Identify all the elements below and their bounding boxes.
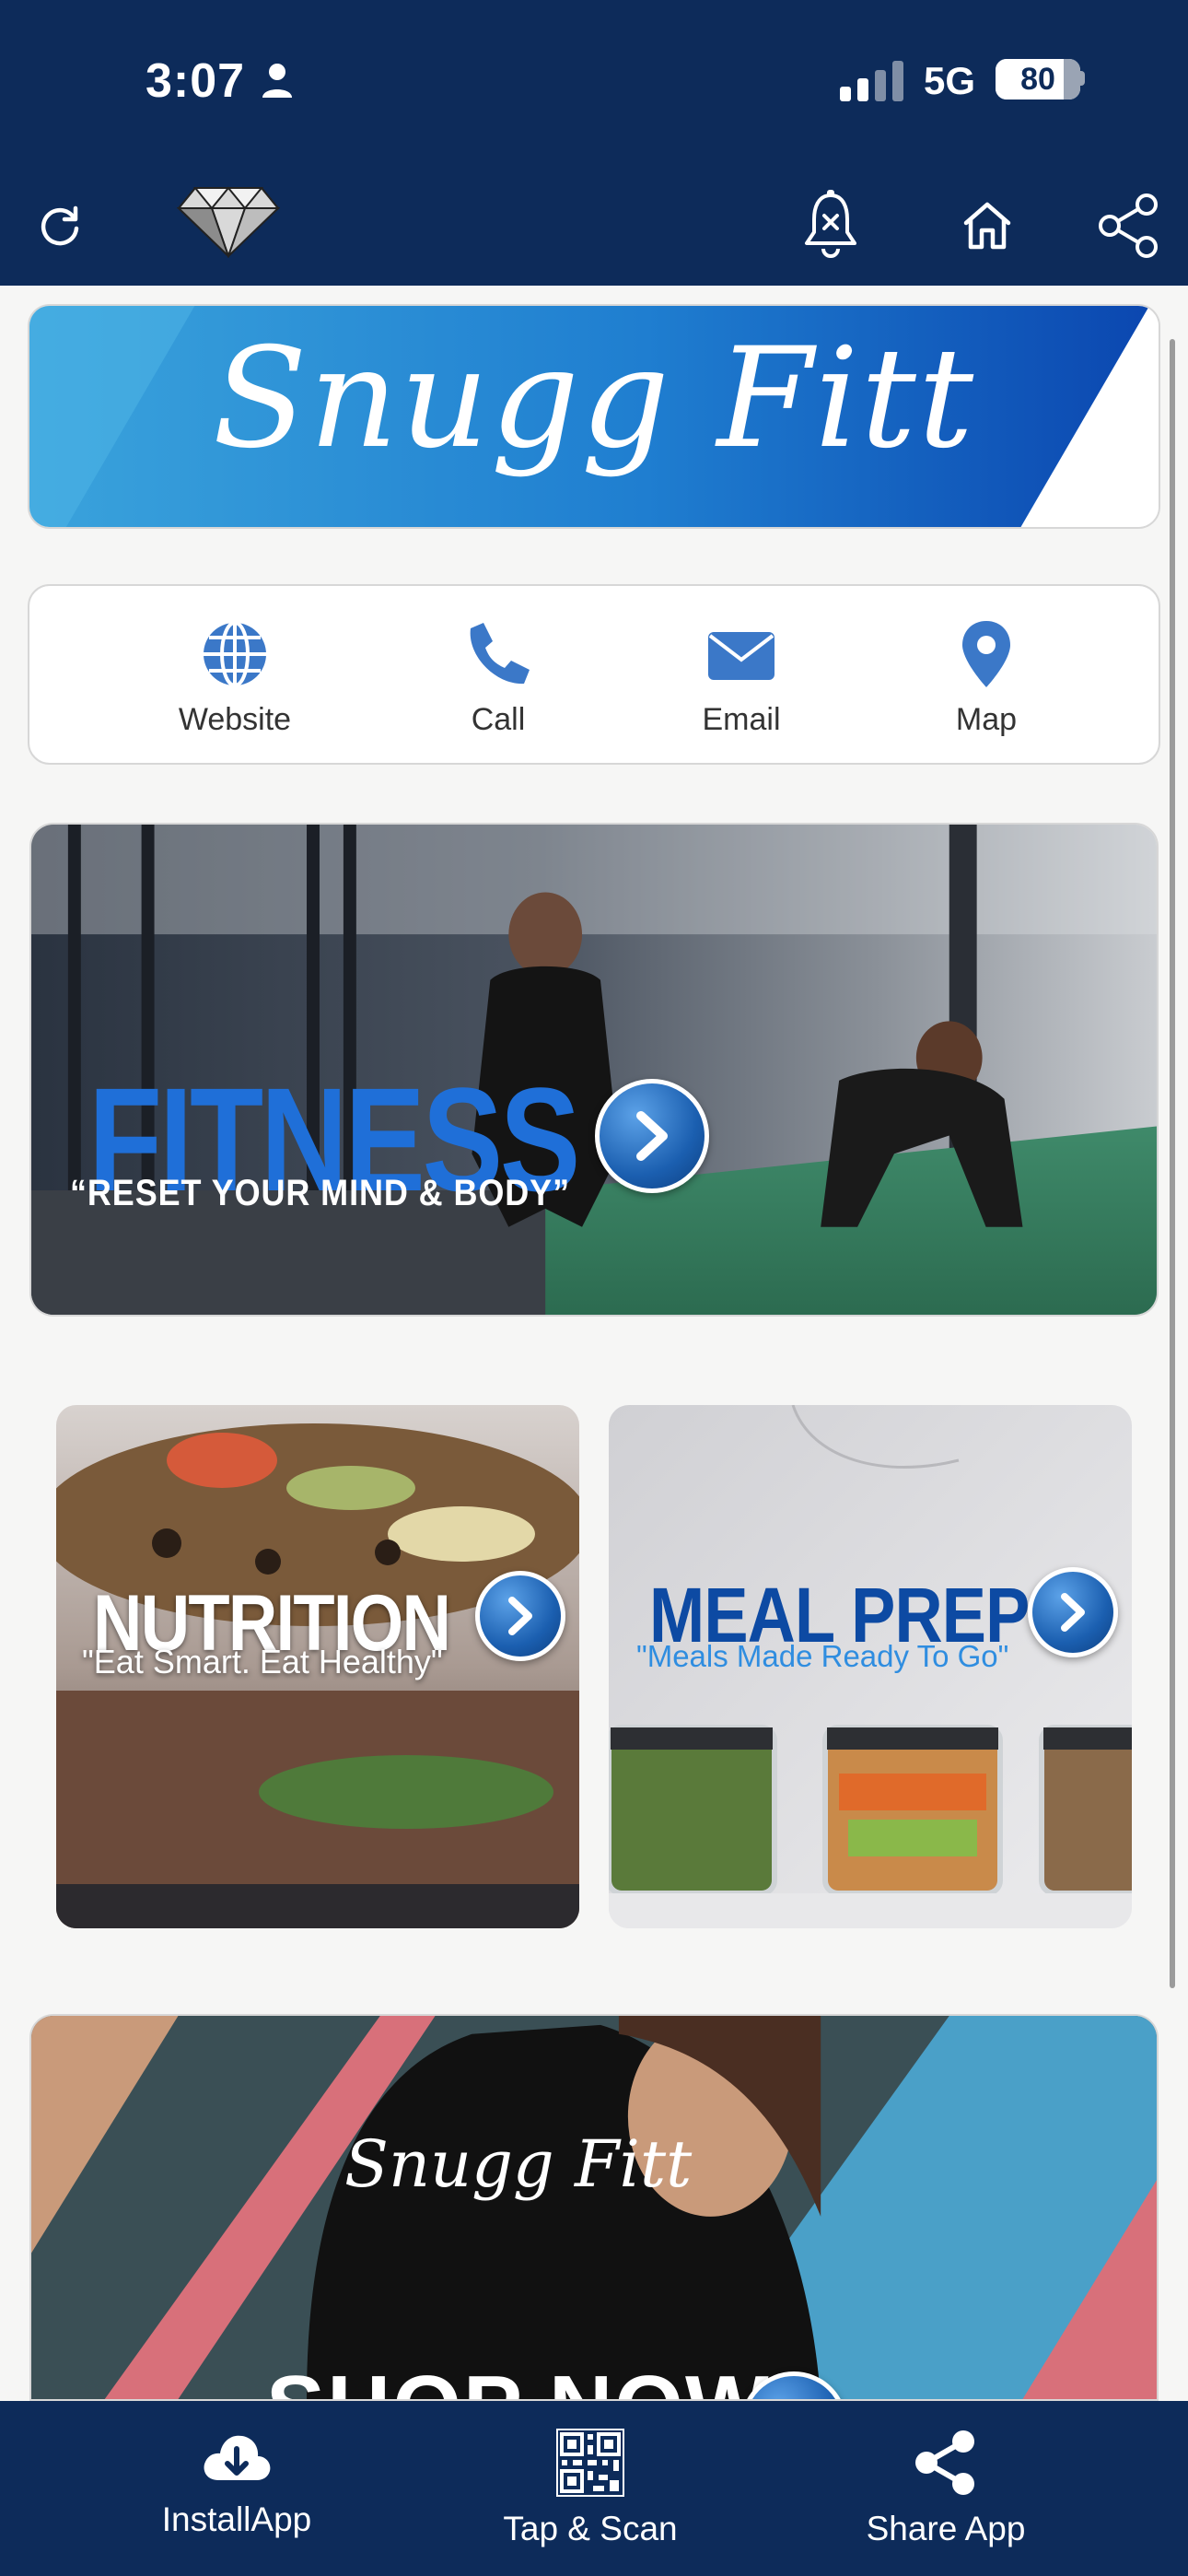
quick-actions: Website Call Email Map <box>28 584 1160 765</box>
battery-tip <box>1079 71 1085 86</box>
brand-wordmark: Snugg Fitt <box>212 319 976 479</box>
brand-banner: Snugg Fitt <box>28 304 1160 529</box>
battery-level: 80 <box>1020 62 1055 97</box>
qr-code-icon <box>556 2429 624 2497</box>
shop-brand: Snugg Fitt <box>344 2126 693 2202</box>
status-time: 3:07 <box>146 54 246 108</box>
globe-icon <box>204 621 266 687</box>
map-button[interactable]: Map <box>894 619 1078 738</box>
call-label: Call <box>471 702 526 737</box>
cellular-signal-icon <box>840 61 903 101</box>
map-label: Map <box>955 702 1018 737</box>
refresh-button[interactable] <box>28 166 92 286</box>
tap-scan-label: Tap & Scan <box>503 2510 678 2547</box>
phone-icon <box>470 623 530 685</box>
chevron-right-icon <box>508 1597 532 1635</box>
share-app-label: Share App <box>866 2510 1026 2547</box>
website-button[interactable]: Website <box>143 619 327 738</box>
share-icon <box>915 2430 974 2495</box>
install-app-button[interactable]: InstallApp <box>85 2429 389 2539</box>
map-pin-icon <box>962 621 1010 687</box>
fitness-subtitle: “RESET YOUR MIND & BODY” <box>70 1173 570 1213</box>
fitness-tile[interactable]: FITNESS “RESET YOUR MIND & BODY” <box>29 823 1159 1317</box>
status-bar: 3:07 5G 80 <box>0 0 1188 166</box>
cloud-download-icon <box>204 2435 271 2480</box>
meal-prep-tile[interactable]: MEAL PREP "Meals Made Ready To Go" <box>609 1405 1132 1928</box>
share-icon <box>1099 193 1158 258</box>
email-label: Email <box>702 702 781 737</box>
tap-scan-button[interactable]: Tap & Scan <box>438 2429 742 2548</box>
chevron-right-icon <box>636 1111 668 1161</box>
battery-indicator: 80 <box>996 59 1080 100</box>
shop-tile[interactable]: Snugg Fitt SHOP NOW <box>29 2014 1159 2401</box>
share-app-button[interactable]: Share App <box>794 2429 1098 2548</box>
chevron-right-icon <box>1061 1593 1085 1632</box>
nutrition-tile[interactable]: NUTRITION "Eat Smart. Eat Healthy" <box>56 1405 579 1928</box>
scrollbar[interactable] <box>1170 339 1175 1988</box>
bottom-toolbar: InstallApp Tap & Scan Share App <box>0 2401 1188 2576</box>
bell-muted-icon <box>805 190 856 258</box>
nutrition-arrow-button[interactable] <box>475 1571 565 1661</box>
share-button[interactable] <box>1092 166 1166 286</box>
shop-photo <box>31 2016 1157 2399</box>
diamond-logo[interactable] <box>177 182 280 258</box>
notifications-button[interactable] <box>794 166 868 286</box>
shop-title: SHOP NOW <box>266 2357 771 2399</box>
call-button[interactable]: Call <box>406 619 590 738</box>
meal-prep-arrow-button[interactable] <box>1028 1567 1118 1657</box>
envelope-icon <box>708 632 775 680</box>
home-icon <box>963 202 1011 250</box>
refresh-icon <box>41 205 79 246</box>
home-button[interactable] <box>950 166 1024 286</box>
meal-prep-subtitle: "Meals Made Ready To Go" <box>636 1639 1009 1673</box>
install-app-label: InstallApp <box>161 2500 312 2538</box>
website-label: Website <box>178 702 292 737</box>
network-type: 5G <box>924 59 976 102</box>
person-icon <box>262 64 292 98</box>
email-button[interactable]: Email <box>649 619 833 738</box>
nutrition-subtitle: "Eat Smart. Eat Healthy" <box>82 1643 443 1680</box>
fitness-arrow-button[interactable] <box>595 1079 709 1193</box>
